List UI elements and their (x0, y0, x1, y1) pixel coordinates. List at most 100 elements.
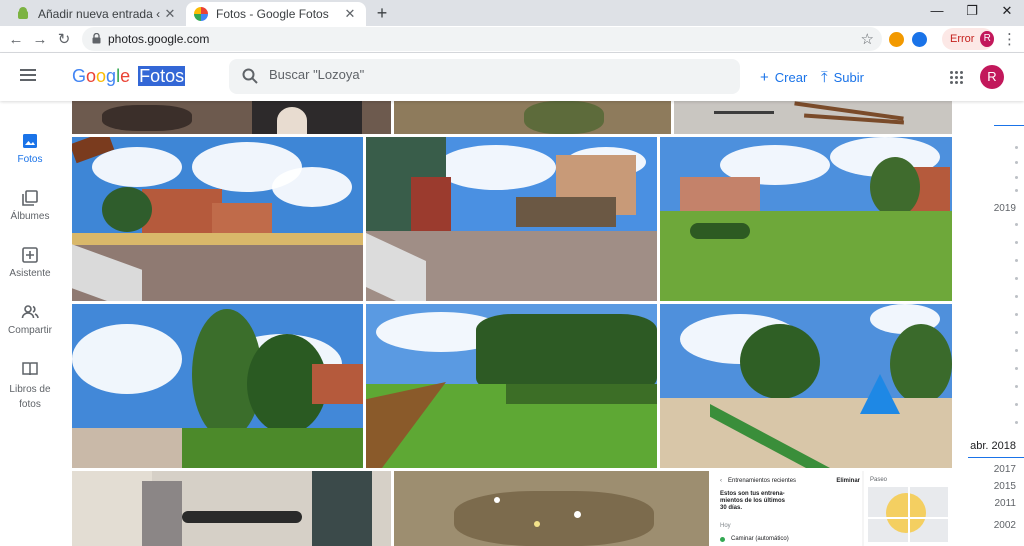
timeline-year[interactable]: 2002 (994, 520, 1016, 531)
timeline-dot (1015, 421, 1018, 424)
photo-thumbnail[interactable] (72, 304, 363, 468)
photo-thumbnail[interactable] (660, 137, 952, 301)
timeline-dot (1015, 331, 1018, 334)
logo-letter: o (86, 66, 97, 86)
bookmark-star-icon[interactable]: ☆ (861, 30, 874, 48)
extension-icon[interactable] (912, 32, 927, 47)
extension-icon[interactable] (889, 32, 904, 47)
apps-grid-icon[interactable] (950, 71, 964, 85)
fitness-card-action: Eliminar (836, 478, 860, 484)
upload-label: Subir (833, 70, 864, 85)
sharing-icon (21, 305, 39, 319)
create-button[interactable]: + Crear (760, 69, 807, 86)
logo-letter: o (96, 66, 107, 86)
android-icon (16, 7, 30, 21)
nav-label: Asistente (9, 268, 51, 279)
timeline-dot (1015, 295, 1018, 298)
fitness-map-label: Paseo (870, 477, 888, 483)
timeline-year[interactable]: 2015 (994, 481, 1016, 492)
photo-thumbnail[interactable] (394, 471, 709, 546)
nav-item-albumes[interactable]: Álbumes (0, 189, 60, 222)
nav-label: Fotos (17, 154, 43, 165)
walk-icon (720, 536, 725, 542)
photo-icon (23, 134, 37, 148)
create-label: Crear (774, 70, 808, 85)
assistant-icon (22, 247, 38, 263)
photo-thumbnail[interactable] (72, 471, 391, 546)
timeline-dot (1015, 241, 1018, 244)
photos-header: Google Fotos + Crear ⤒ Subir R (0, 53, 1024, 101)
new-tab-button[interactable]: + (372, 3, 392, 23)
reload-icon[interactable]: ↻ (54, 30, 74, 50)
timeline-dot (1015, 176, 1018, 179)
logo-product: Fotos (138, 66, 186, 86)
google-photos-icon (194, 7, 208, 21)
upload-icon: ⤒ (821, 69, 828, 86)
search-input[interactable] (269, 67, 669, 82)
main-menu-icon[interactable] (20, 69, 36, 81)
nav-item-libros[interactable]: Libros de fotos (0, 360, 60, 412)
forward-icon[interactable]: → (30, 30, 50, 50)
photo-thumbnail[interactable] (366, 304, 657, 468)
back-arrow-icon: ‹ (720, 478, 722, 484)
lock-icon (92, 33, 101, 44)
timeline-dot (1015, 385, 1018, 388)
address-bar[interactable]: photos.google.com ☆ (82, 27, 882, 51)
fitness-card-header: Entrenamientos recientes (728, 478, 797, 484)
tab-title: Añadir nueva entrada ‹ Todo And (38, 7, 162, 21)
maximize-button[interactable]: ❐ (955, 0, 989, 22)
fitness-screenshot-thumbnail[interactable]: ‹ Entrenamientos recientes Eliminar Esto… (712, 471, 952, 546)
left-nav: Fotos Álbumes Asistente Compartir Libros… (0, 101, 60, 546)
timeline-dot (1015, 223, 1018, 226)
logo-letter: G (72, 66, 87, 86)
photo-thumbnail[interactable] (660, 304, 952, 468)
photo-thumbnail[interactable] (674, 101, 952, 134)
nav-item-compartir[interactable]: Compartir (0, 303, 60, 336)
error-label: Error (950, 33, 975, 45)
photo-thumbnail[interactable] (72, 137, 363, 301)
timeline-dot (1015, 161, 1018, 164)
photo-thumbnail[interactable] (366, 137, 657, 301)
timeline-dot (1015, 189, 1018, 192)
close-tab-icon[interactable]: ✕ (342, 6, 358, 22)
browser-toolbar: ← → ↻ photos.google.com ☆ Error R ⋮ (0, 26, 1024, 53)
google-photos-logo[interactable]: Google Fotos (72, 66, 186, 87)
timeline-dot (1015, 349, 1018, 352)
timeline-current-line (968, 457, 1024, 458)
back-icon[interactable]: ← (6, 30, 26, 50)
browser-tab-strip: Añadir nueva entrada ‹ Todo And ✕ Fotos … (0, 0, 1024, 26)
photo-grid: ‹ Entrenamientos recientes Eliminar Esto… (0, 101, 1024, 546)
profile-avatar: R (980, 31, 994, 47)
timeline-year[interactable]: 2011 (994, 498, 1016, 509)
close-tab-icon[interactable]: ✕ (162, 6, 178, 22)
timeline-current-date: abr. 2018 (970, 440, 1016, 452)
browser-menu-icon[interactable]: ⋮ (1002, 30, 1017, 48)
nav-item-fotos[interactable]: Fotos (0, 132, 60, 165)
photobook-icon (22, 362, 38, 376)
url-text: photos.google.com (108, 32, 210, 46)
nav-item-asistente[interactable]: Asistente (0, 246, 60, 279)
timeline-year[interactable]: 2017 (994, 464, 1016, 475)
timeline-dot (1015, 313, 1018, 316)
timeline-dot (1015, 367, 1018, 370)
photo-thumbnail[interactable] (394, 101, 671, 134)
timeline-dot (1015, 277, 1018, 280)
scroll-position-indicator (994, 125, 1024, 126)
upload-button[interactable]: ⤒ Subir (821, 69, 864, 86)
tab-title: Fotos - Google Fotos (216, 7, 329, 21)
close-window-button[interactable]: ✕ (990, 0, 1024, 22)
plus-icon: + (760, 69, 769, 86)
search-bar[interactable] (229, 59, 740, 94)
nav-label: Álbumes (10, 211, 50, 222)
minimize-button[interactable]: — (920, 0, 954, 22)
account-avatar[interactable]: R (980, 65, 1004, 89)
timeline-dot (1015, 259, 1018, 262)
photo-thumbnail[interactable] (72, 101, 391, 134)
browser-tab-2[interactable]: Fotos - Google Fotos ✕ (186, 2, 366, 26)
fitness-card-day: Hoy (720, 523, 731, 529)
timeline-scrubber[interactable]: 2019 abr. 2018 2017 2015 2011 2002 (964, 101, 1024, 546)
profile-error-chip[interactable]: Error R (942, 28, 994, 50)
fitness-card-body: Estos son tus entrena-mientos de los últ… (720, 491, 786, 511)
browser-tab-1[interactable]: Añadir nueva entrada ‹ Todo And ✕ (8, 2, 186, 26)
timeline-year[interactable]: 2019 (994, 203, 1016, 214)
